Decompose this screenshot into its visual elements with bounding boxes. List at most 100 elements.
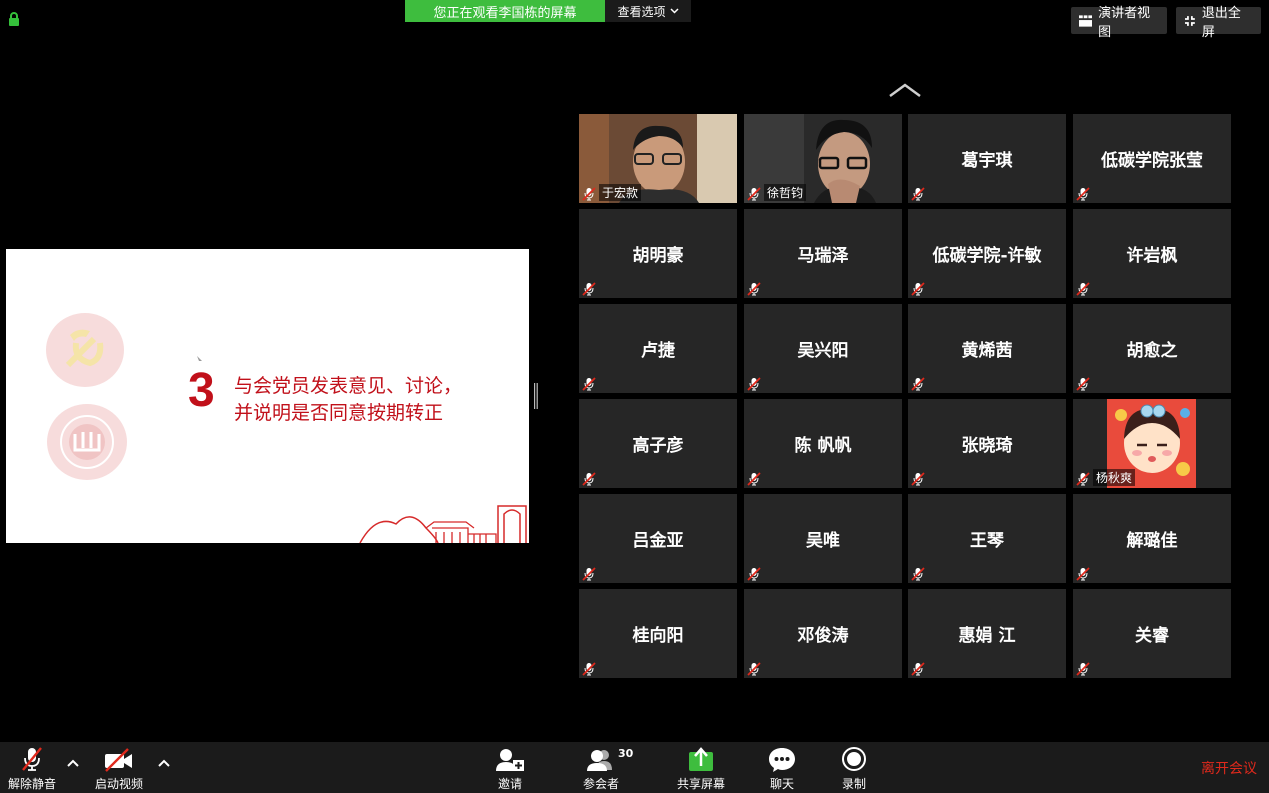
start-video-label: 启动视频 — [94, 777, 143, 791]
invite-label: 邀请 — [497, 777, 522, 791]
muted-microphone-icon — [582, 186, 596, 201]
muted-microphone-icon — [1076, 566, 1090, 581]
participant-tile[interactable]: 解璐佳 — [1073, 494, 1231, 583]
muted-microphone-icon — [747, 186, 761, 201]
participant-name: 于宏款 — [599, 184, 642, 201]
chat-button[interactable]: 聊天 — [764, 742, 800, 793]
participant-tile[interactable]: 胡明豪 — [579, 209, 737, 298]
audio-options-caret-icon[interactable] — [66, 758, 80, 768]
participant-tile[interactable]: 低碳学院-许敏 — [908, 209, 1066, 298]
unmute-button[interactable]: 解除静音 — [4, 742, 60, 793]
participant-name: 低碳学院张莹 — [1101, 151, 1203, 171]
participant-name: 陈 帆帆 — [794, 436, 852, 456]
participant-tile[interactable]: 葛宇琪 — [908, 114, 1066, 203]
record-icon — [842, 747, 866, 771]
muted-microphone-icon — [582, 661, 596, 676]
participant-name: 惠娟 江 — [958, 626, 1016, 646]
school-seal-logo — [47, 404, 127, 480]
participant-tile[interactable]: 胡愈之 — [1073, 304, 1231, 393]
participant-name: 低碳学院-许敏 — [932, 246, 1042, 266]
viewing-screen-banner: 您正在观看李国栋的屏幕 — [405, 0, 605, 22]
participant-tile[interactable]: 马瑞泽 — [744, 209, 902, 298]
muted-microphone-icon — [582, 566, 596, 581]
share-screen-label: 共享屏幕 — [676, 777, 725, 791]
participant-name: 杨秋爽 — [1093, 469, 1136, 486]
exit-fullscreen-icon — [1184, 15, 1195, 26]
muted-microphone-icon — [1076, 471, 1090, 486]
share-screen-button[interactable]: 共享屏幕 — [672, 742, 730, 793]
participant-name: 桂向阳 — [632, 626, 684, 646]
participant-name: 许岩枫 — [1126, 246, 1178, 266]
participant-name: 关睿 — [1135, 626, 1169, 646]
participant-tile[interactable]: 关睿 — [1073, 589, 1231, 678]
view-options-button[interactable]: 查看选项 — [605, 0, 691, 22]
view-options-label: 查看选项 — [617, 4, 666, 19]
splitter-handle[interactable] — [534, 383, 538, 409]
participant-tile[interactable]: 高子彦 — [579, 399, 737, 488]
participant-name: 马瑞泽 — [797, 246, 849, 266]
participant-tile[interactable]: 桂向阳 — [579, 589, 737, 678]
participant-name: 吕金亚 — [632, 531, 684, 551]
video-camera-off-icon — [105, 748, 132, 772]
muted-microphone-icon — [1076, 661, 1090, 676]
muted-microphone-icon — [911, 376, 925, 391]
participant-tile[interactable]: 陈 帆帆 — [744, 399, 902, 488]
start-video-button[interactable]: 启动视频 — [92, 742, 146, 793]
participant-tile[interactable]: 许岩枫 — [1073, 209, 1231, 298]
chat-bubble-icon — [769, 748, 795, 772]
participant-tile[interactable]: 徐哲钧 — [744, 114, 902, 203]
muted-microphone-icon — [911, 186, 925, 201]
unmute-label: 解除静音 — [7, 777, 56, 791]
banner-text: 您正在观看李国栋的屏幕 — [433, 5, 577, 21]
participant-tile[interactable]: 王琴 — [908, 494, 1066, 583]
participant-tile[interactable]: 惠娟 江 — [908, 589, 1066, 678]
participant-count-badge: 30 — [618, 747, 634, 760]
building-decoration — [359, 505, 527, 543]
participant-tile[interactable]: 于宏款 — [579, 114, 737, 203]
participant-tile[interactable]: 吕金亚 — [579, 494, 737, 583]
muted-microphone-icon — [747, 376, 761, 391]
participant-tile[interactable]: 邓俊涛 — [744, 589, 902, 678]
slide-number: 3 — [188, 364, 215, 417]
participant-tile[interactable]: 黄烯茜 — [908, 304, 1066, 393]
participant-tile[interactable]: 低碳学院张莹 — [1073, 114, 1231, 203]
muted-microphone-icon — [582, 376, 596, 391]
participant-name: 张晓琦 — [961, 436, 1013, 456]
chevron-up-icon[interactable] — [888, 82, 922, 98]
participants-icon — [587, 750, 612, 771]
participant-tile[interactable]: 张晓琦 — [908, 399, 1066, 488]
muted-microphone-icon — [1076, 376, 1090, 391]
invite-button[interactable]: 邀请 — [490, 742, 530, 793]
participant-name: 邓俊涛 — [797, 626, 849, 646]
participant-name: 葛宇琪 — [961, 151, 1013, 171]
record-label: 录制 — [841, 777, 866, 791]
lock-icon — [9, 12, 19, 26]
party-emblem-logo — [46, 313, 124, 387]
participant-tile[interactable]: 卢捷 — [579, 304, 737, 393]
video-options-caret-icon[interactable] — [157, 758, 171, 768]
participant-tile[interactable]: 吴唯 — [744, 494, 902, 583]
chat-label: 聊天 — [769, 777, 794, 791]
participant-tile[interactable]: 杨秋爽 — [1073, 399, 1231, 488]
participant-name: 黄烯茜 — [961, 341, 1013, 361]
shared-screen: 3 与会党员发表意见、讨论， 并说明是否同意按期转正 — [6, 249, 529, 543]
grid-view-icon — [1079, 14, 1093, 27]
record-button[interactable]: 录制 — [836, 742, 872, 793]
participant-name: 高子彦 — [632, 436, 684, 456]
exit-fullscreen-label: 退出全屏 — [1201, 5, 1241, 40]
participant-tile[interactable]: 吴兴阳 — [744, 304, 902, 393]
muted-microphone-icon — [911, 471, 925, 486]
muted-microphone-icon — [747, 566, 761, 581]
presenter-view-button[interactable]: 演讲者视图 — [1071, 6, 1167, 40]
muted-microphone-icon — [911, 281, 925, 296]
muted-microphone-icon — [1076, 281, 1090, 296]
participant-name: 卢捷 — [641, 341, 675, 361]
leave-meeting-button[interactable]: 离开会议 — [1190, 758, 1268, 778]
participant-name: 吴兴阳 — [797, 341, 849, 361]
invite-user-icon — [496, 749, 524, 771]
participant-name: 胡明豪 — [632, 246, 684, 266]
participants-label: 参会者 — [582, 777, 619, 791]
muted-microphone-icon — [747, 661, 761, 676]
exit-fullscreen-button[interactable]: 退出全屏 — [1176, 6, 1261, 40]
muted-microphone-icon — [582, 281, 596, 296]
